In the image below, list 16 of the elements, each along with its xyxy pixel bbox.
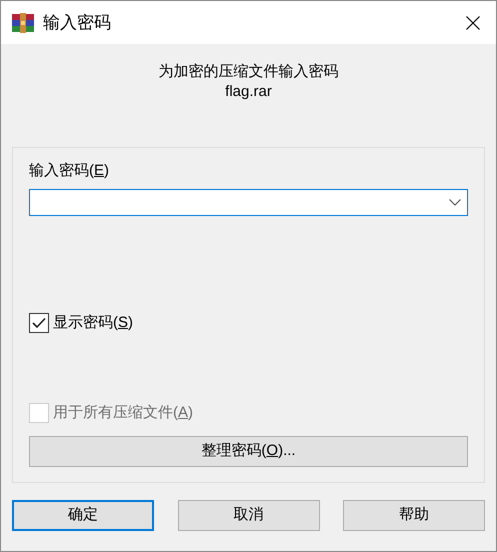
dialog-button[interactable]: 帮助 — [343, 500, 485, 531]
close-icon — [466, 16, 480, 30]
checkbox[interactable] — [29, 312, 49, 333]
prompt-text: 为加密的压缩文件输入密码 — [158, 62, 340, 82]
password-field[interactable] — [29, 188, 468, 216]
checkbox-label: 用于所有压缩文件(A) — [53, 403, 194, 423]
dropdown-icon — [449, 198, 461, 206]
dialog-button[interactable]: 取消 — [178, 500, 320, 531]
archive-icon — [12, 12, 34, 32]
organize-passwords-button[interactable]: 整理密码(O)... — [29, 436, 468, 466]
dialog-button[interactable]: 确定 — [12, 500, 154, 531]
password-label: 输入密码(E) — [29, 162, 110, 179]
file-name: flag.rar — [224, 82, 273, 102]
checkmark-icon — [32, 316, 46, 329]
checkbox-label: 显示密码(S) — [53, 312, 134, 332]
window-title: 输入密码 — [43, 12, 111, 34]
